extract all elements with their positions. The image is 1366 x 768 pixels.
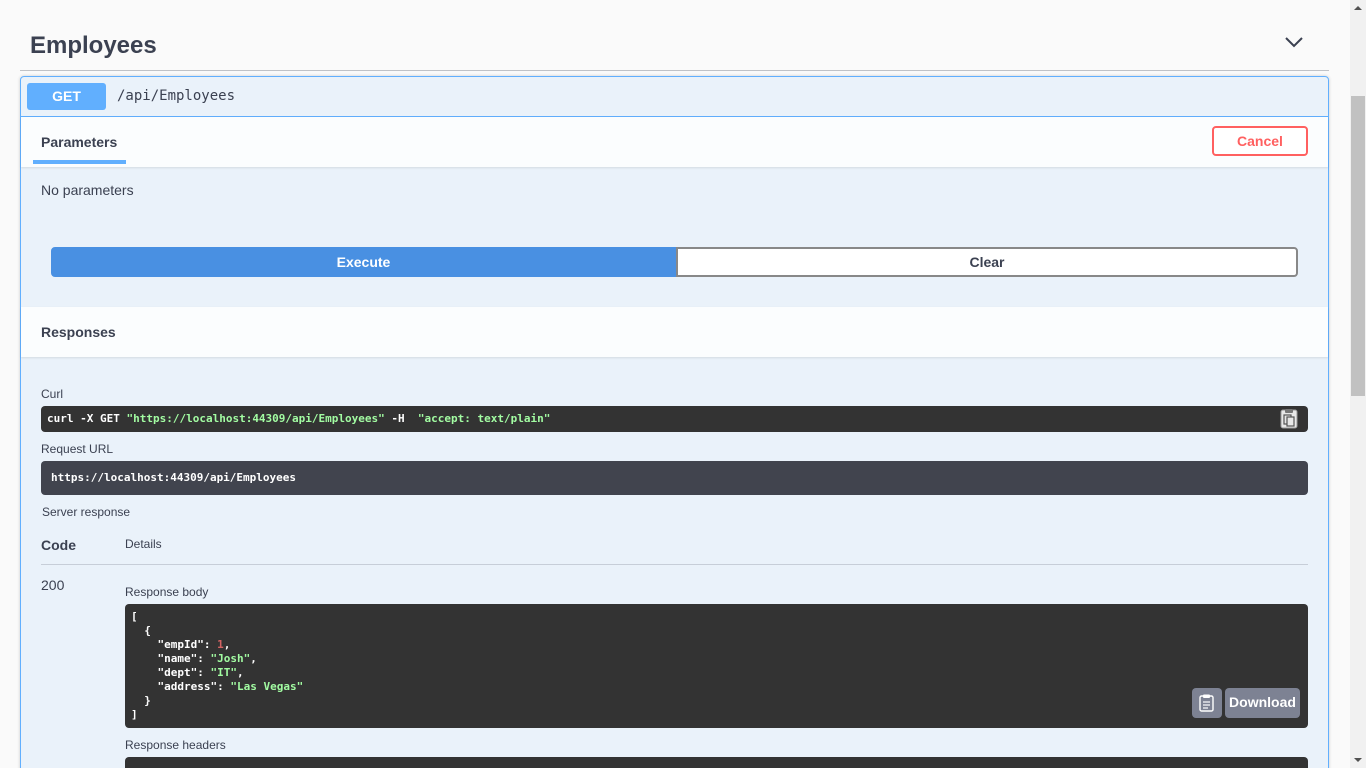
operation-block: GET /api/Employees Parameters Cancel No … bbox=[20, 76, 1329, 768]
clear-button[interactable]: Clear bbox=[676, 247, 1298, 277]
responses-title: Responses bbox=[41, 324, 116, 340]
json-sep: , bbox=[250, 652, 257, 665]
curl-label: Curl bbox=[41, 387, 64, 401]
execute-button[interactable]: Execute bbox=[51, 247, 676, 277]
parameters-header: Parameters Cancel bbox=[21, 117, 1328, 167]
scrollbar-thumb[interactable] bbox=[1351, 96, 1365, 396]
request-url-label: Request URL bbox=[41, 442, 114, 456]
json-close-bracket: ] bbox=[131, 708, 138, 721]
json-key-dept: "dept": bbox=[131, 666, 211, 679]
code-column-header: Code bbox=[41, 537, 76, 553]
cancel-button[interactable]: Cancel bbox=[1212, 126, 1308, 156]
json-value-empid: 1 bbox=[217, 638, 224, 651]
chevron-down-icon[interactable] bbox=[1283, 34, 1305, 50]
tab-active-indicator bbox=[33, 160, 126, 164]
json-close-brace: } bbox=[131, 694, 151, 707]
response-headers-box bbox=[125, 757, 1308, 768]
response-headers-label: Response headers bbox=[125, 738, 226, 752]
json-key-address: "address": bbox=[131, 680, 231, 693]
request-url-box: https://localhost:44309/api/Employees bbox=[41, 461, 1308, 495]
response-body-label: Response body bbox=[125, 585, 209, 599]
json-open-brace: { bbox=[131, 624, 151, 637]
copy-response-button[interactable] bbox=[1192, 688, 1222, 718]
curl-url: "https://localhost:44309/api/Employees" bbox=[126, 412, 385, 425]
json-key-empid: "empId": bbox=[131, 638, 218, 651]
curl-command-box: curl -X GET "https://localhost:44309/api… bbox=[41, 406, 1308, 432]
no-parameters-text: No parameters bbox=[41, 182, 134, 198]
json-open-bracket: [ bbox=[131, 610, 138, 623]
response-status-code: 200 bbox=[41, 577, 65, 593]
curl-command: curl -X GET bbox=[47, 412, 127, 425]
download-button[interactable]: Download bbox=[1225, 688, 1300, 718]
server-response-label: Server response bbox=[42, 505, 131, 519]
clipboard-icon[interactable] bbox=[1280, 409, 1298, 429]
curl-flag: -H bbox=[384, 412, 418, 425]
json-value-address: "Las Vegas" bbox=[230, 680, 304, 693]
http-method-badge: GET bbox=[27, 83, 106, 110]
table-divider bbox=[41, 564, 1308, 565]
curl-header: "accept: text/plain" bbox=[417, 412, 551, 425]
scroll-up-arrow-icon[interactable] bbox=[1350, 0, 1366, 16]
json-sep: , bbox=[223, 638, 231, 651]
json-value-name: "Josh" bbox=[210, 652, 251, 665]
execute-button-group: Execute Clear bbox=[51, 247, 1298, 277]
json-value-dept: "IT" bbox=[210, 666, 237, 679]
clipboard-icon bbox=[1199, 694, 1214, 712]
json-sep: , bbox=[236, 666, 244, 679]
vertical-scrollbar[interactable] bbox=[1350, 0, 1366, 768]
details-column-header: Details bbox=[125, 537, 162, 551]
response-body-box: [ { "empId": 1, "name": "Josh", "dept": … bbox=[125, 604, 1308, 728]
json-key-name: "name": bbox=[131, 652, 211, 665]
request-url: https://localhost:44309/api/Employees bbox=[51, 471, 297, 484]
scroll-down-arrow-icon[interactable] bbox=[1350, 752, 1366, 768]
operation-summary[interactable]: GET /api/Employees bbox=[21, 77, 1328, 117]
swagger-page: Employees GET /api/Employees Parameters … bbox=[0, 0, 1350, 768]
operation-path: /api/Employees bbox=[117, 88, 236, 104]
tab-parameters[interactable]: Parameters bbox=[33, 117, 125, 165]
tag-title: Employees bbox=[30, 32, 157, 59]
responses-header: Responses bbox=[21, 307, 1328, 357]
tag-section-header[interactable]: Employees bbox=[20, 20, 1329, 71]
